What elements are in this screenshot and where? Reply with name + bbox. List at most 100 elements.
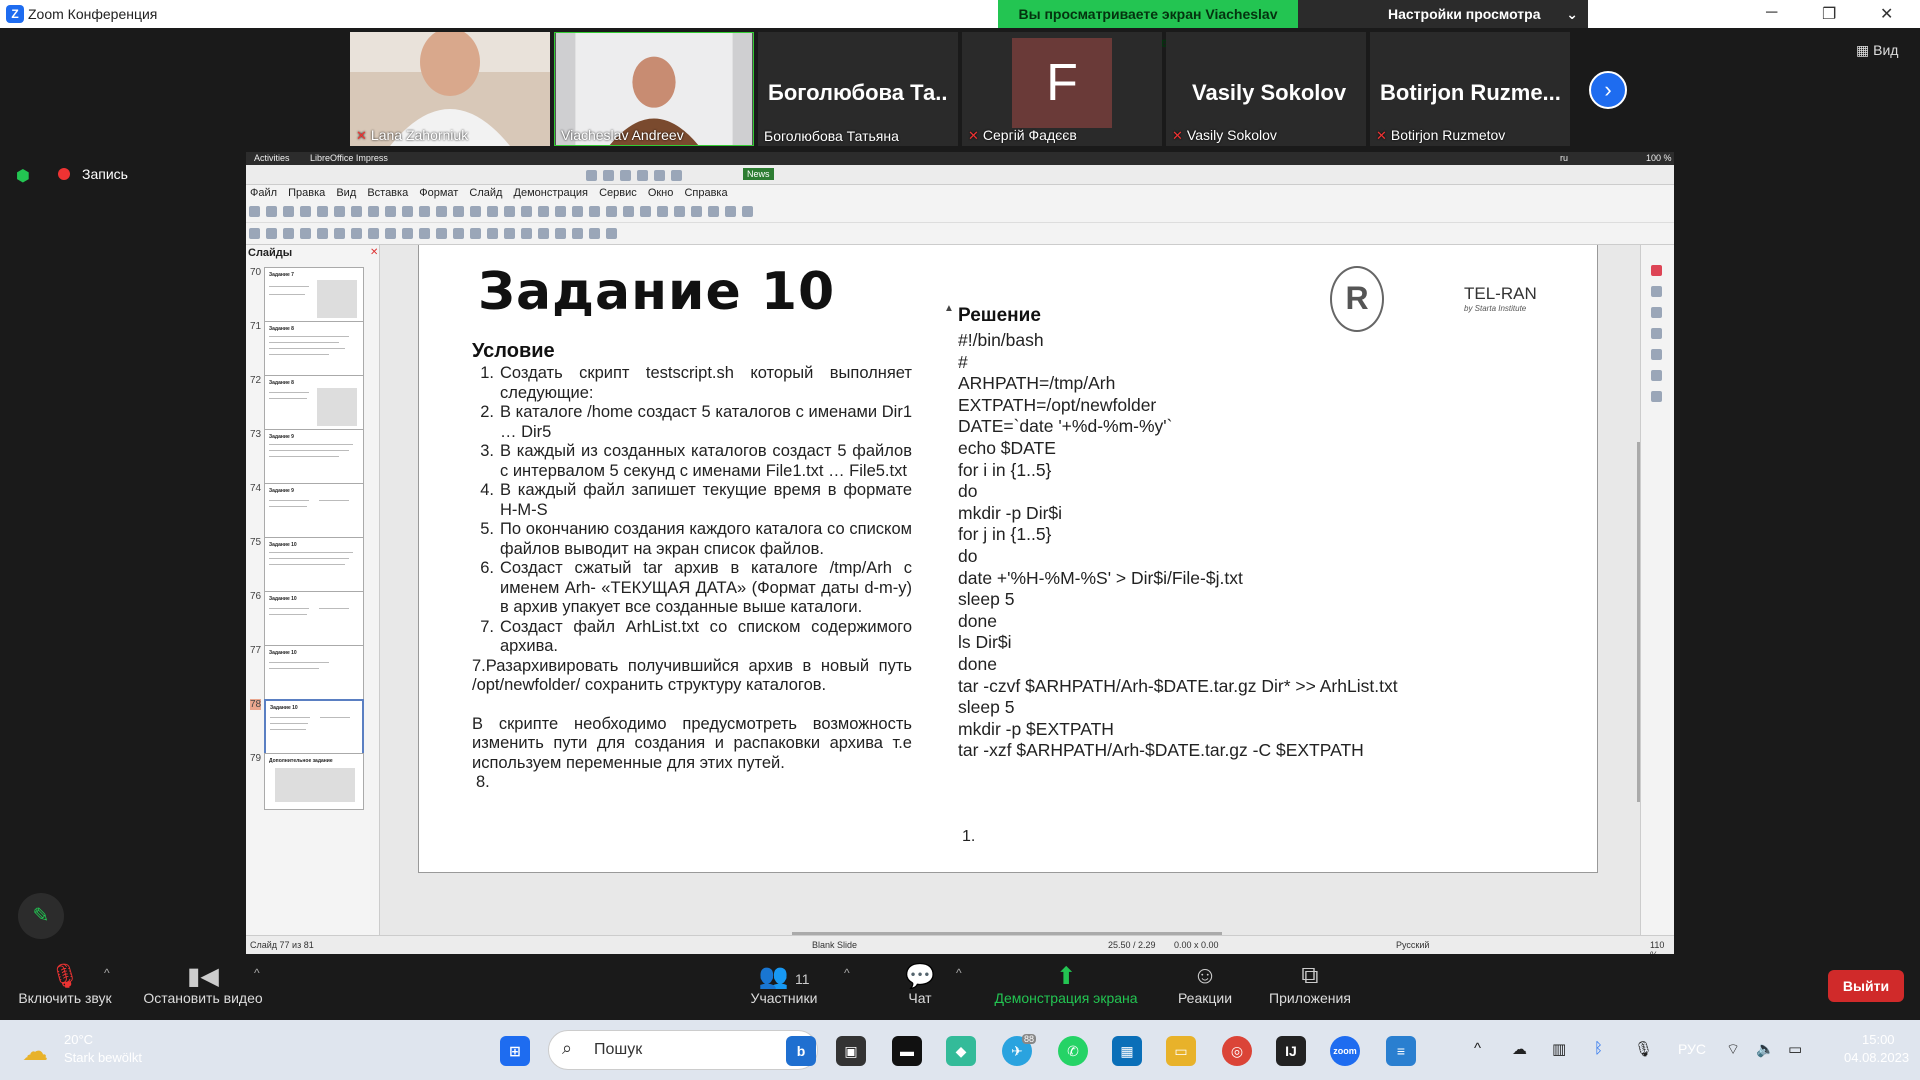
toolbar-icon[interactable] — [654, 170, 665, 181]
toolbar-icon[interactable] — [402, 206, 413, 217]
toolbar-icon[interactable] — [657, 206, 668, 217]
toolbar-icon[interactable] — [283, 228, 294, 239]
volume-icon[interactable]: 🔈 — [1756, 1040, 1775, 1058]
menu-slide[interactable]: Слайд — [469, 187, 502, 199]
toolbar-icon[interactable] — [603, 170, 614, 181]
toolbar-icon[interactable] — [504, 228, 515, 239]
clock-date[interactable]: 04.08.2023 — [1844, 1050, 1909, 1065]
toolbar-icon[interactable] — [674, 206, 685, 217]
toolbar-icon[interactable] — [470, 228, 481, 239]
participant-tile[interactable]: Botirjon Ruzme... ✕ Botirjon Ruzmetov — [1370, 32, 1570, 146]
audio-options-chevron[interactable]: ^ — [104, 966, 110, 980]
slide-thumbnail[interactable]: Задание 9 — [264, 483, 364, 540]
toolbar-icon[interactable] — [521, 228, 532, 239]
participant-tile[interactable]: ✕ Lana Zahorniuk — [350, 32, 550, 146]
keyboard-layout[interactable]: ru — [1560, 153, 1568, 163]
slide-thumbnail[interactable]: Задание 8 — [264, 321, 364, 378]
menu-format[interactable]: Формат — [419, 187, 458, 199]
weather-temp[interactable]: 20°C — [64, 1032, 93, 1047]
toolbar-icon[interactable] — [266, 228, 277, 239]
toolbar-icon[interactable] — [334, 206, 345, 217]
next-participants-button[interactable]: › — [1589, 71, 1627, 109]
menu-edit[interactable]: Правка — [288, 187, 325, 199]
toolbar-icon[interactable] — [300, 206, 311, 217]
toolbar-icon[interactable] — [606, 228, 617, 239]
toolbar-icon[interactable] — [419, 206, 430, 217]
stop-video-button[interactable]: ▮◀ Остановить видео — [138, 962, 268, 1006]
clock-time[interactable]: 15:00 — [1862, 1032, 1895, 1047]
reactions-button[interactable]: ☺ Реакции — [1170, 962, 1240, 1006]
toolbar-icon[interactable] — [671, 170, 682, 181]
toolbar-icon[interactable] — [368, 228, 379, 239]
toolbar-icon[interactable] — [589, 228, 600, 239]
slide-thumbnail[interactable]: Задание 8 — [264, 375, 364, 432]
slide-thumbnail[interactable]: Задание 7 — [264, 267, 364, 324]
zoom-level[interactable]: 110 % — [1650, 940, 1674, 954]
toolbar-icon[interactable] — [419, 228, 430, 239]
intellij-icon[interactable]: IJ — [1276, 1036, 1306, 1066]
taskbar-search[interactable] — [548, 1030, 818, 1070]
menu-view[interactable]: Вид — [336, 187, 356, 199]
toolbar-icon[interactable] — [436, 228, 447, 239]
toolbar-icon[interactable] — [249, 206, 260, 217]
participant-tile[interactable]: Vasily Sokolov ✕ Vasily Sokolov — [1166, 32, 1366, 146]
toolbar-icon[interactable] — [283, 206, 294, 217]
toolbar-icon[interactable] — [555, 228, 566, 239]
close-button[interactable]: ✕ — [1880, 4, 1893, 24]
recording-label[interactable]: Запись — [82, 166, 128, 182]
slide-thumbnail[interactable]: Задание 10 — [264, 591, 364, 648]
toolbar-icon[interactable] — [586, 170, 597, 181]
toolbar-icon[interactable] — [538, 228, 549, 239]
toolbar-icon[interactable] — [606, 206, 617, 217]
navigator-icon[interactable] — [1651, 391, 1662, 402]
minimize-button[interactable]: ─ — [1766, 4, 1777, 22]
toolbar-icon[interactable] — [334, 228, 345, 239]
toolbar-icon[interactable] — [487, 228, 498, 239]
chrome-icon[interactable]: ◎ — [1222, 1036, 1252, 1066]
toolbar-icon[interactable] — [708, 206, 719, 217]
microphone-icon[interactable]: 🎙 — [1634, 1040, 1653, 1058]
menu-window[interactable]: Окно — [648, 187, 674, 199]
battery-icon[interactable]: ▭ — [1788, 1040, 1802, 1058]
onedrive-icon[interactable]: ☁ — [1512, 1040, 1527, 1058]
task-view-icon[interactable]: ▣ — [836, 1036, 866, 1066]
properties-icon[interactable] — [1651, 265, 1662, 276]
toolbar-icon[interactable] — [385, 206, 396, 217]
zoom-taskbar-icon[interactable]: zoom — [1330, 1036, 1360, 1066]
menu-slideshow[interactable]: Демонстрация — [514, 187, 589, 199]
tray-overflow-icon[interactable]: ^ — [1474, 1040, 1481, 1057]
news-tab[interactable]: News — [743, 168, 774, 180]
toolbar-icon[interactable] — [521, 206, 532, 217]
toolbar-icon[interactable] — [453, 228, 464, 239]
transition-icon[interactable] — [1651, 286, 1662, 297]
toolbar-icon[interactable] — [300, 228, 311, 239]
bing-icon[interactable]: b — [786, 1036, 816, 1066]
toolbar-icon[interactable] — [351, 206, 362, 217]
participants-button[interactable]: 👥 11 Участники — [740, 962, 828, 1006]
input-language[interactable]: РУС — [1678, 1041, 1706, 1057]
menu-tools[interactable]: Сервис — [599, 187, 637, 199]
toolbar-icon[interactable] — [402, 228, 413, 239]
apps-button[interactable]: ⧉ Приложения — [1258, 962, 1362, 1006]
chat-options-chevron[interactable]: ^ — [956, 966, 962, 980]
menu-insert[interactable]: Вставка — [367, 187, 408, 199]
view-button[interactable]: ▦ Вид — [1856, 42, 1898, 59]
language-status[interactable]: Русский — [1396, 940, 1429, 950]
notepad-icon[interactable]: ≡ — [1386, 1036, 1416, 1066]
vertical-scrollbar[interactable] — [1637, 442, 1640, 802]
toolbar-icon[interactable] — [351, 228, 362, 239]
network-activity-icon[interactable]: ▥ — [1552, 1040, 1566, 1058]
toolbar-icon[interactable] — [436, 206, 447, 217]
menu-help[interactable]: Справка — [684, 187, 727, 199]
weather-desc[interactable]: Stark bewölkt — [64, 1050, 142, 1065]
participants-options-chevron[interactable]: ^ — [844, 966, 850, 980]
app-menu[interactable]: LibreOffice Impress — [310, 153, 388, 163]
toolbar-icon[interactable] — [640, 206, 651, 217]
master-slides-icon[interactable] — [1651, 328, 1662, 339]
participant-tile[interactable]: F ✕ Сергій Фадєєв — [962, 32, 1162, 146]
menu-file[interactable]: Файл — [250, 187, 277, 199]
slide-thumbnail[interactable]: Задание 10 — [264, 645, 364, 702]
toolbar-icon[interactable] — [470, 206, 481, 217]
styles-icon[interactable] — [1651, 349, 1662, 360]
toolbar-icon[interactable] — [487, 206, 498, 217]
